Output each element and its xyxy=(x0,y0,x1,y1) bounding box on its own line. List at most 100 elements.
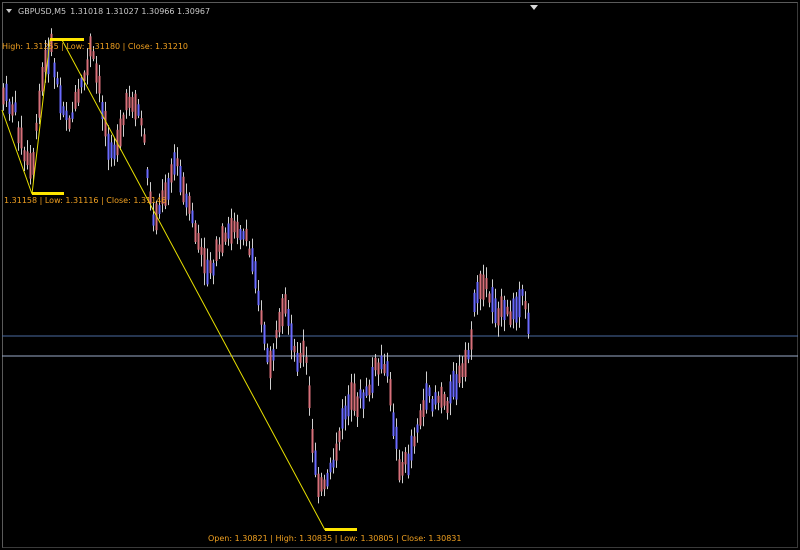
candle-body xyxy=(284,294,287,314)
candle-body xyxy=(131,97,134,112)
candle-body xyxy=(137,104,140,116)
candle-body xyxy=(176,158,179,167)
candle-body xyxy=(272,349,275,361)
candle-body xyxy=(425,383,428,410)
candle-body xyxy=(95,63,98,83)
candle-body xyxy=(332,459,335,468)
candle-body xyxy=(383,364,386,374)
candle-body xyxy=(362,392,365,409)
candle-body xyxy=(23,150,26,162)
candle-body xyxy=(524,301,527,310)
candle-body xyxy=(353,383,356,411)
candle-body xyxy=(203,248,206,274)
candle-body xyxy=(245,228,248,242)
candle-body xyxy=(473,292,476,312)
candle-body xyxy=(182,176,185,203)
candle-body xyxy=(458,365,461,384)
bottom-annotation: Open: 1.30821 | High: 1.30835 | Low: 1.3… xyxy=(208,534,462,543)
low-level-marker xyxy=(32,192,64,195)
candle-body xyxy=(59,85,62,114)
candle-body xyxy=(200,246,203,255)
candle-body xyxy=(482,274,485,300)
high-annotation: High: 1.31255 | Low: 1.31180 | Close: 1.… xyxy=(2,42,189,51)
candle-body xyxy=(188,195,191,214)
candle-body xyxy=(173,152,176,175)
candle-body xyxy=(230,218,233,244)
candle-body xyxy=(503,300,506,320)
candle-body xyxy=(500,296,503,317)
candle-body xyxy=(146,169,149,179)
candle-body xyxy=(107,133,110,160)
candle-body xyxy=(29,153,32,179)
candle-body xyxy=(221,226,224,253)
candle-body xyxy=(224,232,227,242)
candlestick-series xyxy=(2,28,530,504)
candle-body xyxy=(227,223,230,239)
candle-body xyxy=(134,93,137,120)
price-chart[interactable] xyxy=(0,0,800,550)
candle-body xyxy=(374,357,377,371)
candle-body xyxy=(368,384,371,396)
candle-body xyxy=(494,298,497,324)
candle-body xyxy=(83,72,86,81)
candle-body xyxy=(437,395,440,403)
candle-body xyxy=(194,223,197,242)
candle-body xyxy=(335,443,338,461)
candle-body xyxy=(317,473,320,497)
candle-body xyxy=(20,127,23,149)
candle-body xyxy=(464,349,467,377)
candle-body xyxy=(443,394,446,406)
candle-body xyxy=(209,260,212,274)
candle-body xyxy=(119,118,122,147)
candle-body xyxy=(476,282,479,304)
candle-body xyxy=(422,400,425,417)
candle-body xyxy=(260,310,263,325)
candle-body xyxy=(455,374,458,400)
high-level-marker xyxy=(50,38,84,41)
candle-body xyxy=(395,426,398,449)
candle-body xyxy=(497,308,500,326)
candle-body xyxy=(467,350,470,360)
candle-body xyxy=(125,92,128,111)
candle-body xyxy=(479,273,482,299)
candle-body xyxy=(170,164,173,183)
candle-body xyxy=(470,329,473,350)
candle-body xyxy=(65,110,68,120)
candle-body xyxy=(92,51,95,59)
candle-body xyxy=(74,91,77,109)
candle-body xyxy=(212,262,215,276)
candle-body xyxy=(242,231,245,240)
zigzag-line[interactable] xyxy=(1,39,326,531)
candle-body xyxy=(11,104,14,116)
candle-body xyxy=(113,144,116,160)
candle-body xyxy=(239,229,242,240)
candle-body xyxy=(263,324,266,344)
candle-body xyxy=(140,118,143,126)
candle-body xyxy=(305,356,308,363)
candle-body xyxy=(143,134,146,143)
candle-body xyxy=(218,244,221,252)
candle-body xyxy=(410,435,413,461)
candle-body xyxy=(401,462,404,476)
candle-body xyxy=(452,370,455,397)
candle-body xyxy=(128,96,131,108)
candle-body xyxy=(314,450,317,475)
candle-body xyxy=(38,90,41,118)
candle-body xyxy=(359,389,362,399)
candle-body xyxy=(68,117,71,129)
candle-body xyxy=(416,424,419,433)
candle-body xyxy=(8,101,11,114)
candle-body xyxy=(26,151,29,166)
candle-body xyxy=(356,396,359,417)
candle-body xyxy=(521,289,524,296)
candle-body xyxy=(407,453,410,476)
candle-body xyxy=(110,142,113,159)
candle-body xyxy=(428,387,431,397)
candle-body xyxy=(236,221,239,238)
candle-body xyxy=(251,248,254,272)
candle-body xyxy=(41,67,44,92)
chart-window[interactable]: GBPUSD,M5 1.31018 1.31027 1.30966 1.3096… xyxy=(0,0,800,550)
candle-body xyxy=(518,289,521,318)
candle-body xyxy=(269,350,272,379)
candle-body xyxy=(53,62,56,78)
